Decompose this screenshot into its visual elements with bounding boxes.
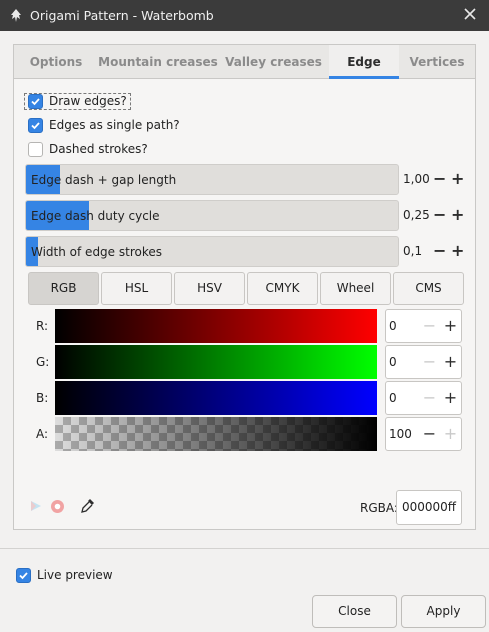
- draw-edges-checkbox[interactable]: Draw edges?: [24, 91, 131, 111]
- inkscape-icon: [11, 9, 21, 22]
- plus-icon[interactable]: +: [451, 171, 464, 187]
- edge-stroke-width-value[interactable]: 0,1: [403, 244, 422, 258]
- tab-mountain-creases[interactable]: Mountain creases: [98, 45, 218, 79]
- color-mode-buttons: RGB HSL HSV CMYK Wheel CMS: [28, 272, 464, 305]
- mode-cms-button[interactable]: CMS: [393, 272, 464, 305]
- tab-bar: Options Mountain creases Valley creases …: [14, 45, 475, 79]
- minus-icon[interactable]: −: [419, 381, 441, 415]
- mode-hsv-button[interactable]: HSV: [174, 272, 245, 305]
- channel-g-row: G: 0 − +: [36, 345, 466, 379]
- alpha-value-input[interactable]: 100: [385, 417, 420, 451]
- red-slider[interactable]: [55, 309, 377, 343]
- edge-dash-duty-value[interactable]: 0,25: [403, 208, 430, 222]
- channel-g-label: G:: [36, 355, 50, 369]
- mode-rgb-button[interactable]: RGB: [28, 272, 99, 305]
- plus-icon[interactable]: +: [451, 207, 464, 223]
- mode-hsl-button[interactable]: HSL: [101, 272, 172, 305]
- alpha-gradient: [55, 417, 377, 451]
- separator: [0, 548, 489, 549]
- blue-slider[interactable]: [55, 381, 377, 415]
- edge-dash-duty-slider[interactable]: Edge dash duty cycle: [25, 200, 399, 231]
- live-preview-checkbox[interactable]: Live preview: [16, 565, 113, 585]
- edge-stroke-width-row: Width of edge strokes 0,1 − +: [25, 236, 465, 267]
- minus-icon[interactable]: −: [419, 309, 441, 343]
- plus-icon[interactable]: +: [440, 309, 462, 343]
- notebook: Options Mountain creases Valley creases …: [13, 44, 476, 530]
- close-icon[interactable]: [463, 7, 477, 21]
- mode-wheel-button[interactable]: Wheel: [320, 272, 391, 305]
- plus-icon[interactable]: +: [440, 381, 462, 415]
- edge-stroke-width-slider[interactable]: Width of edge strokes: [25, 236, 399, 267]
- edge-dash-length-slider[interactable]: Edge dash + gap length: [25, 164, 399, 195]
- checkbox-checked-icon: [28, 93, 43, 109]
- tab-options[interactable]: Options: [14, 45, 98, 79]
- red-value-input[interactable]: 0: [385, 309, 420, 343]
- channel-r-row: R: 0 − +: [36, 309, 466, 343]
- eyedropper-icon[interactable]: [80, 497, 96, 515]
- green-value-input[interactable]: 0: [385, 345, 420, 379]
- tab-vertices[interactable]: Vertices: [399, 45, 475, 79]
- mode-cmyk-button[interactable]: CMYK: [247, 272, 318, 305]
- edges-single-path-label: Edges as single path?: [49, 118, 180, 132]
- color-managed-icon: [31, 501, 41, 511]
- apply-button[interactable]: Apply: [401, 595, 486, 628]
- channel-r-label: R:: [36, 319, 49, 333]
- draw-edges-label: Draw edges?: [49, 94, 127, 108]
- checkbox-checked-icon: [28, 117, 43, 133]
- minus-icon[interactable]: −: [419, 417, 441, 451]
- rgba-input[interactable]: 000000ff: [396, 490, 462, 525]
- checkbox-checked-icon: [16, 567, 31, 583]
- out-of-gamut-icon: [51, 500, 64, 513]
- live-preview-label: Live preview: [37, 568, 113, 582]
- plus-icon[interactable]: +: [440, 417, 462, 451]
- edge-stroke-width-label: Width of edge strokes: [31, 245, 162, 259]
- edge-dash-duty-label: Edge dash duty cycle: [31, 209, 160, 223]
- blue-value-input[interactable]: 0: [385, 381, 420, 415]
- alpha-slider[interactable]: [55, 417, 377, 451]
- edge-dash-duty-row: Edge dash duty cycle 0,25 − +: [25, 200, 465, 231]
- dashed-strokes-label: Dashed strokes?: [49, 142, 148, 156]
- minus-icon[interactable]: −: [419, 345, 441, 379]
- minus-icon[interactable]: −: [433, 207, 446, 223]
- channel-a-row: A: 100 − +: [36, 417, 466, 451]
- tab-valley-creases[interactable]: Valley creases: [218, 45, 329, 79]
- edge-dash-length-label: Edge dash + gap length: [31, 173, 177, 187]
- channel-a-label: A:: [36, 427, 49, 441]
- close-button[interactable]: Close: [312, 595, 397, 628]
- channel-b-row: B: 0 − +: [36, 381, 466, 415]
- minus-icon[interactable]: −: [433, 243, 446, 259]
- dashed-strokes-checkbox[interactable]: Dashed strokes?: [28, 139, 148, 159]
- title-bar: Origami Pattern - Waterbomb: [0, 0, 489, 31]
- plus-icon[interactable]: +: [451, 243, 464, 259]
- focus-ring: Draw edges?: [24, 92, 131, 110]
- edge-dash-length-value[interactable]: 1,00: [403, 172, 430, 186]
- edges-single-path-checkbox[interactable]: Edges as single path?: [28, 115, 180, 135]
- minus-icon[interactable]: −: [433, 171, 446, 187]
- green-slider[interactable]: [55, 345, 377, 379]
- window-title: Origami Pattern - Waterbomb: [30, 8, 214, 23]
- channel-b-label: B:: [36, 391, 49, 405]
- checkbox-unchecked-icon: [28, 141, 43, 157]
- plus-icon[interactable]: +: [440, 345, 462, 379]
- rgba-label: RGBA:: [360, 501, 398, 515]
- edge-dash-length-row: Edge dash + gap length 1,00 − +: [25, 164, 465, 195]
- tab-edge[interactable]: Edge: [329, 45, 399, 79]
